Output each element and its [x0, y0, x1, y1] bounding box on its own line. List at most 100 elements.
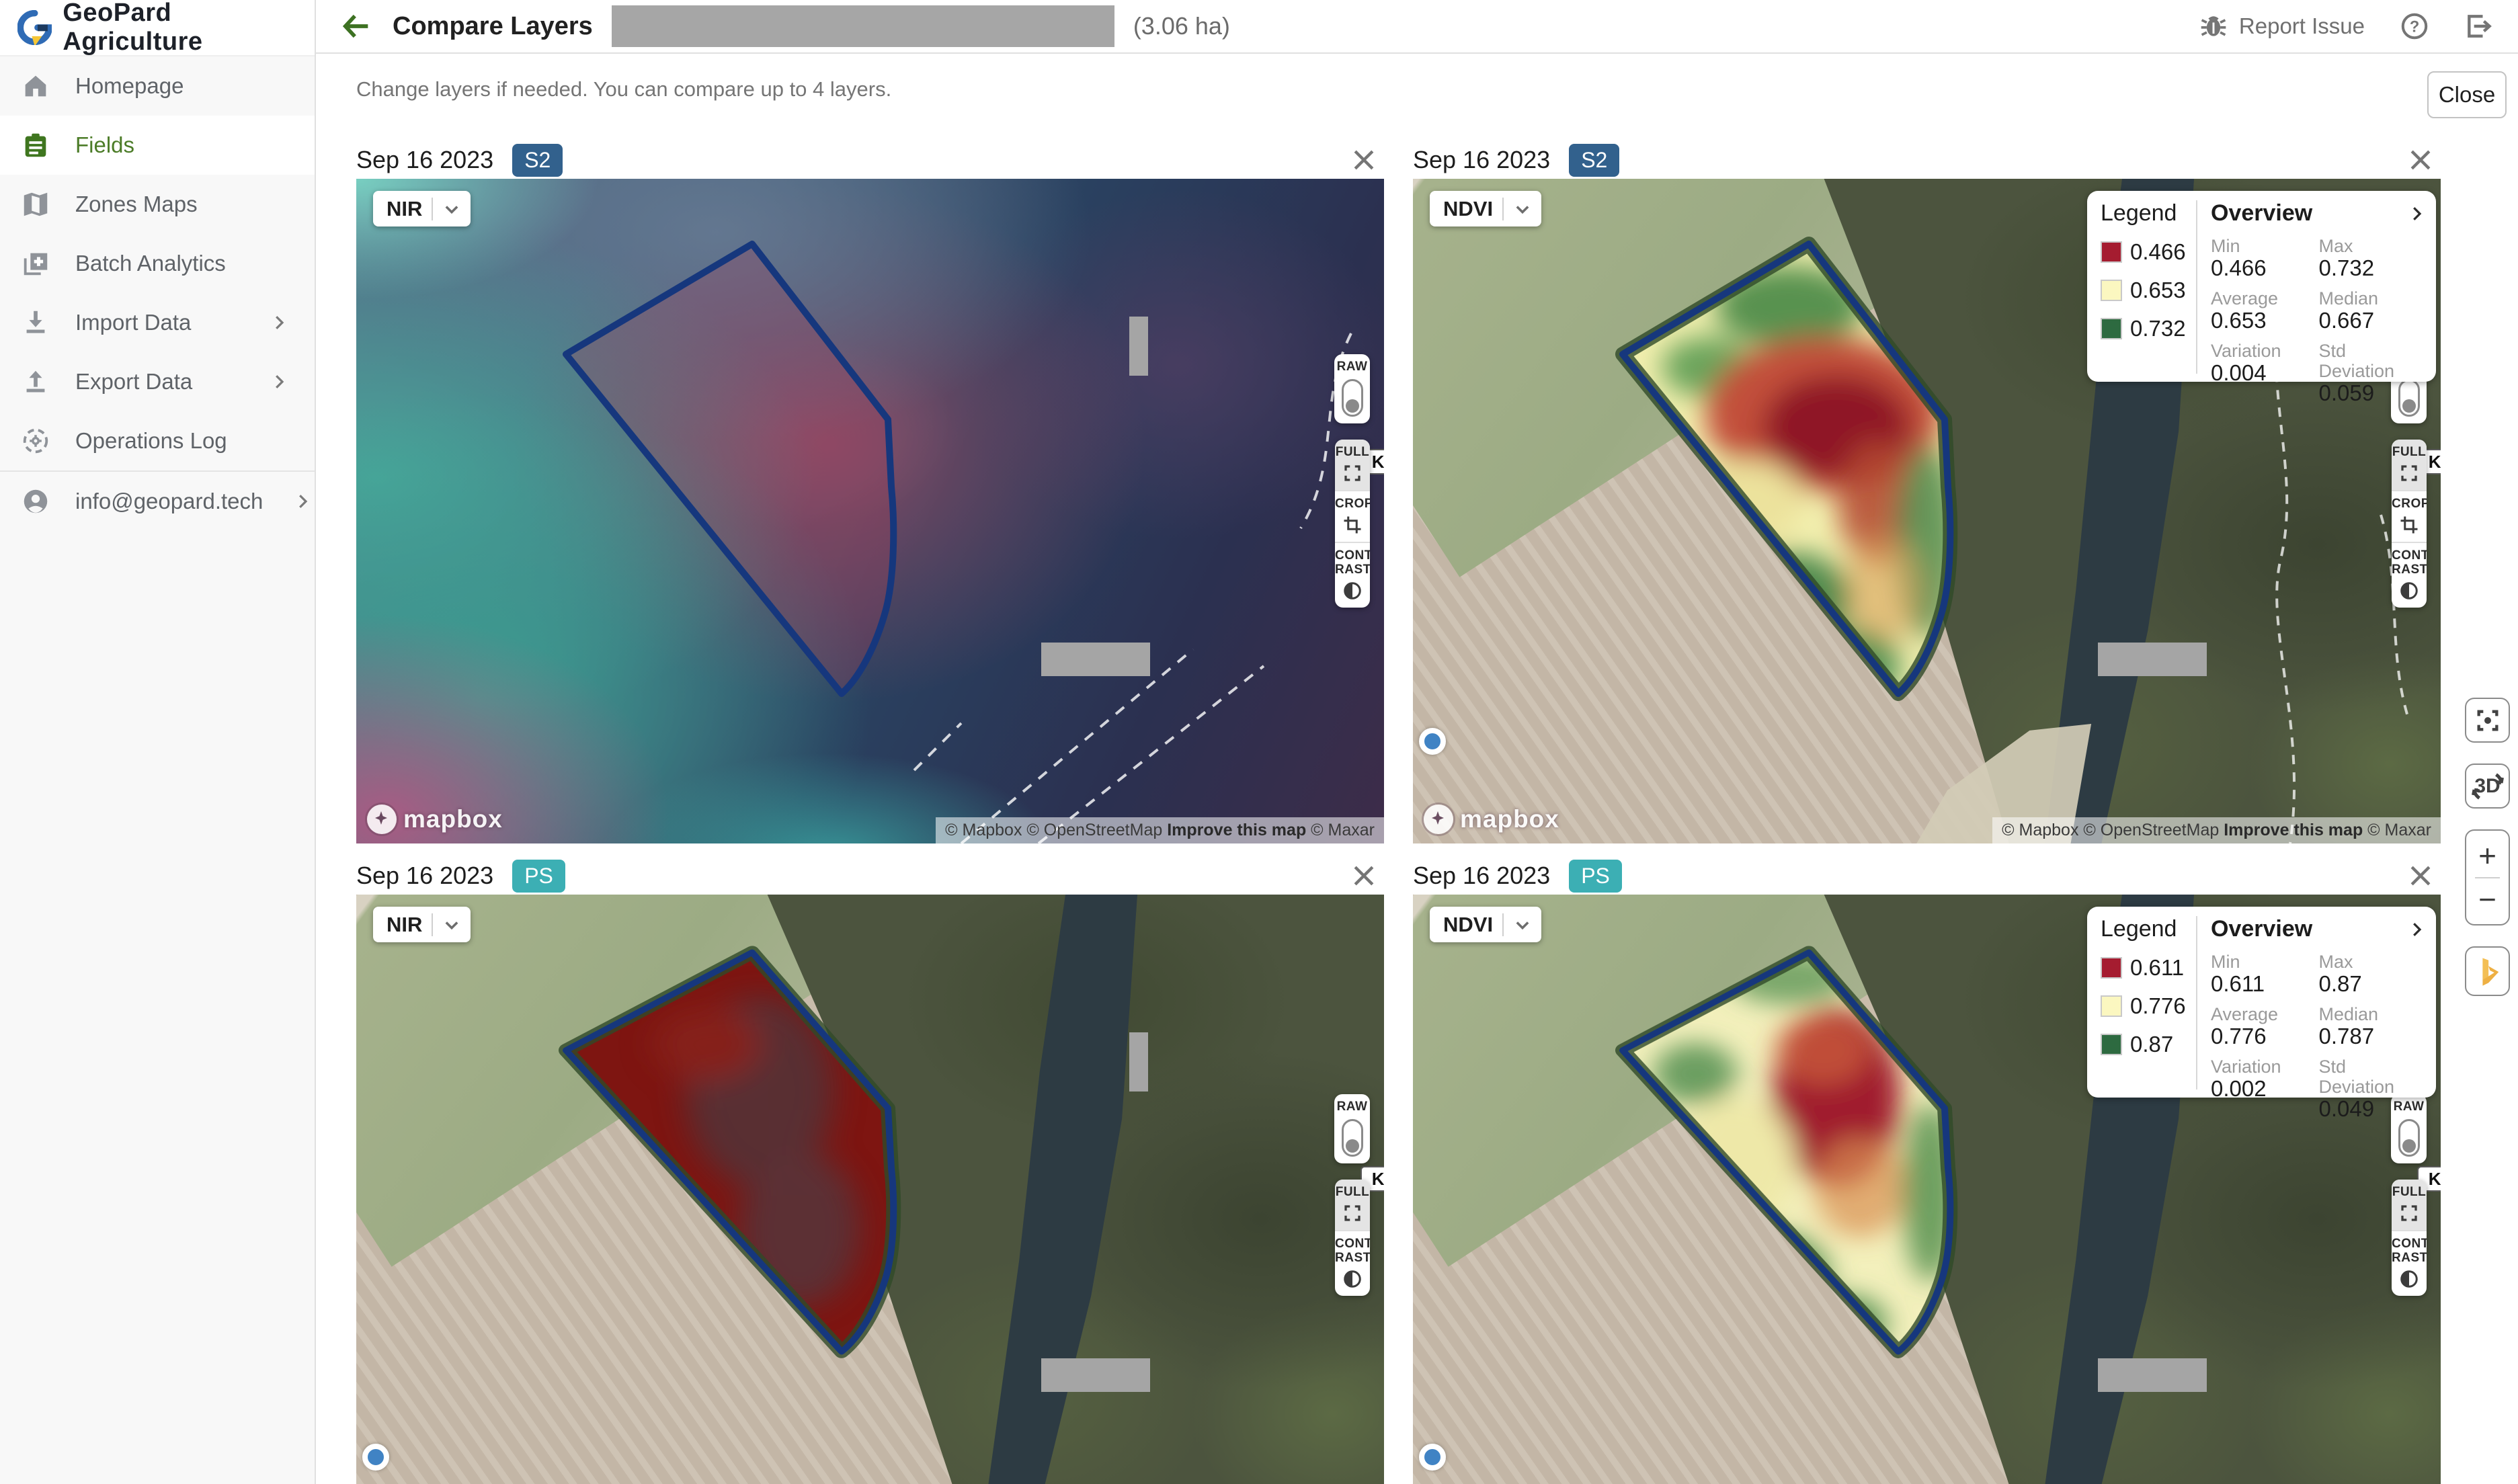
back-button[interactable] [339, 9, 374, 44]
fullscreen-icon [2399, 463, 2419, 483]
raw-toggle-switch[interactable] [2398, 1119, 2420, 1157]
main-area: Compare Layers (3.06 ha) Report Issue Ch… [316, 0, 2518, 1484]
full-view-button[interactable]: FULL [2392, 1180, 2427, 1230]
layer-name: NIR [387, 913, 422, 937]
legend-swatch-red [2101, 241, 2122, 263]
layer-select-dropdown[interactable]: NIR [373, 907, 471, 942]
stat-median: 0.787 [2319, 1024, 2427, 1048]
full-view-button[interactable]: FULL [1335, 440, 1370, 490]
compare-content: Sep 16 2023 S2 [316, 124, 2518, 1484]
map-panel-1: Sep 16 2023 S2 [356, 142, 1384, 843]
help-icon[interactable] [2400, 11, 2429, 41]
source-badge: PS [1569, 860, 1622, 893]
layer-select-dropdown[interactable]: NDVI [1430, 907, 1541, 942]
legend-overview-card: Legend 0.611 0.776 [2087, 907, 2436, 1098]
layer-select-dropdown[interactable]: NDVI [1430, 191, 1541, 226]
overview-column: Overview Min0.611 Max0.87 Average0.776 M… [2196, 916, 2436, 1089]
compare-hint-text: Change layers if needed. You can compare… [356, 77, 891, 101]
map-panel-4: Sep 16 2023 PS [1413, 858, 2441, 1484]
bing-maps-button[interactable] [2465, 946, 2510, 996]
sidebar-item-import-data[interactable]: Import Data [0, 293, 315, 352]
raw-label: RAW [1334, 360, 1370, 374]
sidebar-item-operations-log[interactable]: Operations Log [0, 411, 315, 470]
location-marker[interactable] [362, 1444, 389, 1471]
close-panel-icon[interactable] [1349, 145, 1379, 175]
logout-icon[interactable] [2464, 11, 2494, 41]
gear-icon [20, 425, 51, 456]
sidebar-item-label: Homepage [75, 73, 184, 99]
improve-map-link[interactable]: Improve this map [2224, 821, 2363, 839]
sidebar-item-homepage[interactable]: Homepage [0, 56, 315, 116]
stat-min: 0.611 [2211, 972, 2319, 996]
full-view-button[interactable]: FULL [2392, 440, 2427, 490]
center-field-button[interactable] [2465, 698, 2510, 743]
legend-swatch-green [2101, 1034, 2122, 1055]
chevron-right-icon[interactable] [2406, 919, 2427, 940]
map-canvas-ndvi-s2[interactable]: NDVI Legend 0.466 [1413, 179, 2441, 843]
location-marker[interactable] [1419, 728, 1446, 755]
crop-view-button[interactable]: CROP [1335, 490, 1370, 542]
raw-toggle-switch[interactable] [1342, 1119, 1363, 1157]
layer-name: NDVI [1443, 197, 1493, 221]
dropdown-divider [1502, 198, 1504, 220]
raw-toggle-control: RAW [1334, 354, 1370, 423]
batch-analytics-icon [20, 248, 51, 279]
mapbox-logo[interactable]: mapbox [367, 805, 503, 834]
dropdown-divider [432, 198, 433, 220]
contrast-icon [2399, 1269, 2419, 1289]
layer-select-dropdown[interactable]: NIR [373, 191, 471, 226]
sidebar-item-label: Import Data [75, 310, 191, 335]
sidebar-item-zones-maps[interactable]: Zones Maps [0, 175, 315, 234]
legend-stop: 0.87 [2101, 1032, 2196, 1057]
raw-toggle-switch[interactable] [1342, 379, 1363, 417]
full-view-button[interactable]: FULL [1335, 1180, 1370, 1230]
mapbox-logo[interactable]: mapbox [1424, 805, 1559, 834]
sidebar-nav: Homepage Fields Zones Maps Batch Analyti… [0, 56, 315, 531]
map-canvas-ndvi-ps[interactable]: NDVI Legend 0.611 [1413, 895, 2441, 1484]
toggle-3d-button[interactable]: 3D [2465, 764, 2510, 809]
close-panel-icon[interactable] [1349, 861, 1379, 891]
improve-map-link[interactable]: Improve this map [1167, 821, 1306, 839]
legend-stop: 0.732 [2101, 316, 2196, 341]
close-panel-icon[interactable] [2406, 145, 2435, 175]
location-marker[interactable] [1419, 1444, 1446, 1471]
panel-3-header: Sep 16 2023 PS [356, 858, 1384, 893]
crop-view-button[interactable]: CROP [2392, 490, 2427, 542]
map-canvas-nir-ps[interactable]: NIR K 2 RAW FULL [356, 895, 1384, 1484]
close-button[interactable]: Close [2427, 71, 2507, 118]
sidebar-item-batch-analytics[interactable]: Batch Analytics [0, 234, 315, 293]
map-attribution[interactable]: © Mapbox © OpenStreetMap Improve this ma… [936, 817, 1384, 843]
sidebar-item-export-data[interactable]: Export Data [0, 352, 315, 411]
map-attribution[interactable]: © Mapbox © OpenStreetMap Improve this ma… [1992, 817, 2441, 843]
legend-column: Legend 0.611 0.776 [2101, 916, 2196, 1089]
contrast-button[interactable]: CONT RAST [2392, 542, 2427, 608]
map-view-controls: FULL CONT RAST [2392, 1180, 2427, 1296]
close-panel-icon[interactable] [2406, 861, 2435, 891]
overview-title: Overview [2211, 916, 2312, 942]
stat-max: 0.87 [2319, 972, 2427, 996]
topbar-actions: Report Issue [2199, 11, 2494, 41]
fullscreen-icon [1342, 463, 1363, 483]
zoom-out-button[interactable]: − [2466, 878, 2509, 921]
contrast-button[interactable]: CONT RAST [2392, 1230, 2427, 1296]
contrast-icon [1342, 581, 1363, 601]
sidebar-item-fields[interactable]: Fields [0, 116, 315, 175]
overview-stats: Min0.466 Max0.732 Average0.653 Median0.6… [2211, 236, 2427, 405]
report-issue-button[interactable]: Report Issue [2199, 11, 2365, 41]
contrast-button[interactable]: CONT RAST [1335, 1230, 1370, 1296]
contrast-button[interactable]: CONT RAST [1335, 542, 1370, 608]
chevron-down-icon [442, 200, 461, 218]
map-canvas-nir-s2[interactable]: NIR K 2 RAW FULL [356, 179, 1384, 843]
panel-2-header: Sep 16 2023 S2 [1413, 142, 2441, 177]
raw-toggle-control: RAW [1334, 1094, 1370, 1163]
sidebar-user-account[interactable]: info@geopard.tech [0, 472, 315, 531]
chevron-down-icon [1513, 200, 1532, 218]
geopard-logo-icon [17, 10, 52, 45]
legend-column: Legend 0.466 0.653 [2101, 200, 2196, 374]
zoom-in-button[interactable]: + [2466, 835, 2509, 877]
chevron-down-icon [442, 915, 461, 934]
sidebar-item-label: Batch Analytics [75, 251, 226, 276]
export-icon [20, 366, 51, 397]
chevron-right-icon[interactable] [2406, 204, 2427, 224]
dropdown-divider [1502, 913, 1504, 936]
